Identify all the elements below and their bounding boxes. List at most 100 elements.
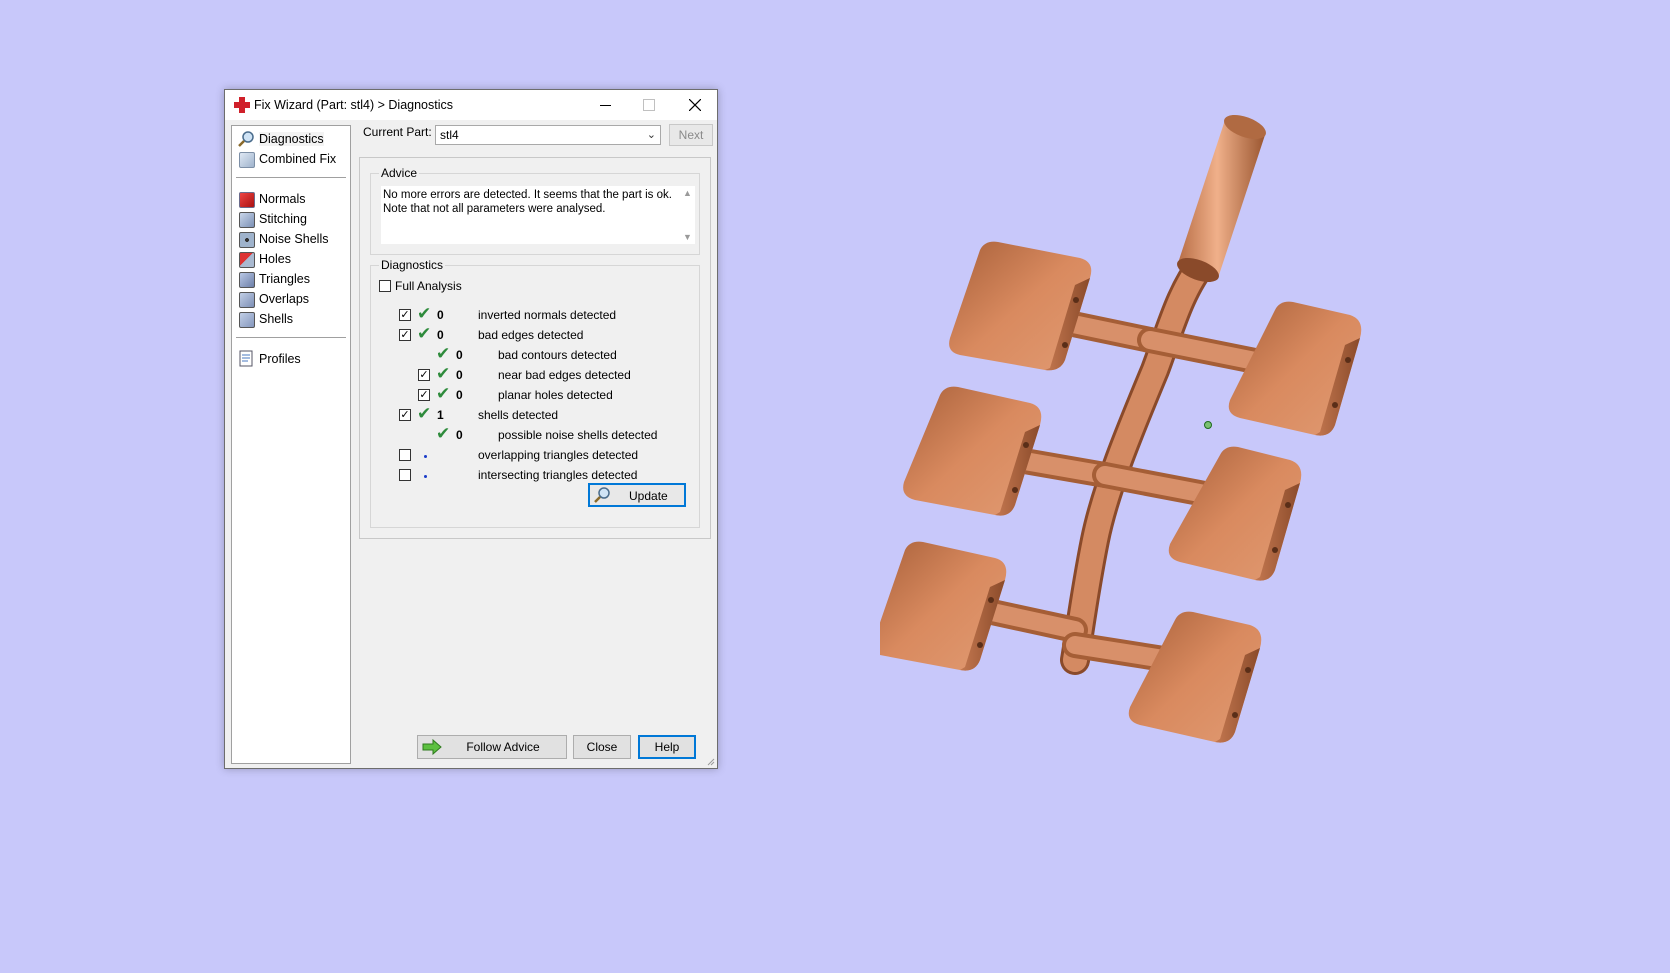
nav-item-label: Noise Shells [259,232,329,246]
stitching-icon [237,210,255,228]
pad-middle-right [1168,446,1302,581]
checkmark-icon: ✔ [417,304,432,323]
nav-item-normals[interactable]: Normals [237,189,306,209]
nav-item-label: Overlaps [259,292,310,306]
checkmark-icon: ✔ [417,324,432,343]
normals-icon [237,190,255,208]
close-window-button[interactable] [673,90,717,120]
full-analysis-checkbox[interactable] [379,280,391,292]
current-part-select[interactable]: stl4 ⌄ [435,125,661,145]
shells-icon [237,310,255,328]
noise-shells-count: 0 [456,428,463,442]
pad-top-right [1228,301,1362,436]
nav-item-diagnostics[interactable]: Diagnostics [237,129,324,149]
nav-item-combined-fix[interactable]: Combined Fix [237,149,336,169]
pad-top-left [949,241,1092,371]
pending-dot-icon [424,475,427,478]
advice-scrollbar[interactable]: ▲ ▼ [679,186,695,244]
nav-item-triangles[interactable]: Triangles [237,269,310,289]
planar-holes-checkbox[interactable]: ✓ [418,389,430,401]
update-button[interactable]: Update [588,483,686,507]
nav-item-profiles[interactable]: Profiles [237,349,301,369]
shells-count: 1 [437,408,444,422]
advice-text-box[interactable]: No more errors are detected. It seems th… [381,186,695,244]
nav-item-label: Diagnostics [259,132,324,146]
window-title: Fix Wizard (Part: stl4) > Diagnostics [254,98,454,112]
wizard-nav-panel: Diagnostics Combined Fix Normals Stitchi… [231,125,351,764]
nav-item-label: Stitching [259,212,307,226]
bad-edges-count: 0 [437,328,444,342]
nav-separator [236,337,346,338]
checkmark-icon: ✔ [436,364,451,383]
inverted-normals-label: inverted normals detected [478,308,617,322]
close-button[interactable]: Close [573,735,631,759]
next-button[interactable]: Next [669,124,713,146]
scroll-up-icon[interactable]: ▲ [683,188,692,198]
bad-contours-count: 0 [456,348,463,362]
advice-text: No more errors are detected. It seems th… [383,189,672,215]
nav-item-label: Triangles [259,272,310,286]
bad-contours-label: bad contours detected [498,348,617,362]
shells-label: shells detected [478,408,559,422]
nav-item-holes[interactable]: Holes [237,249,291,269]
overlapping-triangles-checkbox[interactable] [399,449,411,461]
intersecting-triangles-label: intersecting triangles detected [478,468,638,482]
minimize-button[interactable] [583,90,627,120]
holes-icon [237,250,255,268]
maximize-button[interactable] [627,90,671,120]
resize-grip-icon[interactable] [705,756,715,766]
maximize-icon [643,99,655,111]
nav-item-shells[interactable]: Shells [237,309,293,329]
nav-item-label: Normals [259,192,306,206]
checkmark-icon: ✔ [436,424,451,443]
update-label: Update [629,489,668,503]
noise-shells-icon [237,230,255,248]
current-part-value: stl4 [440,128,459,142]
intersecting-triangles-checkbox[interactable] [399,469,411,481]
shells-checkbox[interactable]: ✓ [399,409,411,421]
checkmark-icon: ✔ [436,344,451,363]
triangles-icon [237,270,255,288]
magnifier-icon [594,487,610,503]
near-bad-edges-checkbox[interactable]: ✓ [418,369,430,381]
follow-advice-button[interactable]: Follow Advice [417,735,567,759]
overlaps-icon [237,290,255,308]
near-bad-edges-count: 0 [456,368,463,382]
sprue-cylinder [1177,114,1266,283]
checkmark-icon: ✔ [436,384,451,403]
close-icon [689,99,701,111]
planar-holes-label: planar holes detected [498,388,613,402]
bad-edges-checkbox[interactable]: ✓ [399,329,411,341]
full-analysis-label: Full Analysis [395,279,462,293]
inverted-normals-checkbox[interactable]: ✓ [399,309,411,321]
diagnostics-group: Diagnostics Full Analysis ✓ ✔ 0 inverted… [370,258,700,528]
pad-middle-left [903,386,1042,516]
help-button[interactable]: Help [638,735,696,759]
title-bar[interactable]: Fix Wizard (Part: stl4) > Diagnostics [225,90,717,120]
nav-item-label: Shells [259,312,294,326]
chevron-down-icon: ⌄ [646,129,656,141]
arrow-right-icon [422,739,442,755]
advice-group: Advice No more errors are detected. It s… [370,166,700,255]
profiles-icon [239,350,253,367]
nav-item-overlaps[interactable]: Overlaps [237,289,309,309]
3d-model-viewport[interactable] [880,100,1500,800]
diagnostics-frame: Advice No more errors are detected. It s… [359,157,711,539]
pivot-marker-icon [1204,421,1212,429]
magnifier-icon [238,131,254,147]
advice-title: Advice [379,166,420,180]
nav-item-noise-shells[interactable]: Noise Shells [237,229,328,249]
app-cross-icon [234,97,250,113]
bad-edges-label: bad edges detected [478,328,584,342]
noise-shells-label: possible noise shells detected [498,428,658,442]
diagnostics-title: Diagnostics [379,258,446,272]
current-part-label: Current Part: [363,125,432,139]
nav-separator [236,177,346,178]
combined-fix-icon [237,150,255,168]
near-bad-edges-label: near bad edges detected [498,368,631,382]
nav-item-stitching[interactable]: Stitching [237,209,307,229]
inverted-normals-count: 0 [437,308,444,322]
scroll-down-icon[interactable]: ▼ [683,232,692,242]
pad-bottom-right [1128,611,1262,743]
follow-advice-label: Follow Advice [466,740,540,754]
